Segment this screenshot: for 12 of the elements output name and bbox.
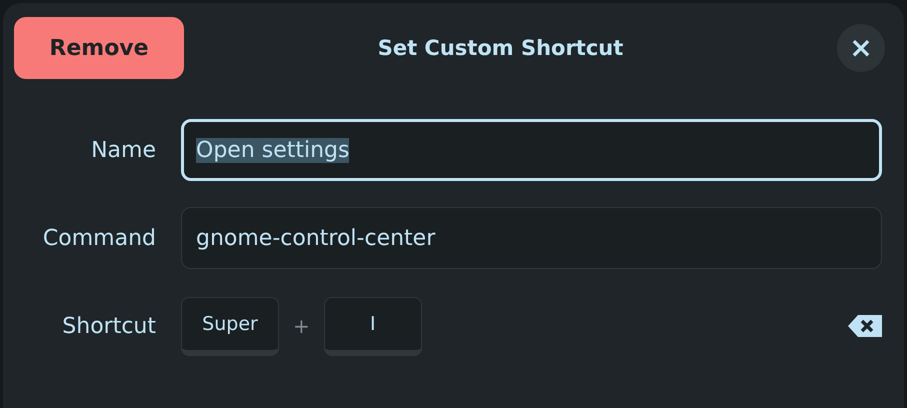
close-button[interactable]: × (836, 24, 885, 72)
key-cap: I (324, 296, 422, 356)
field-label: Shortcut (61, 314, 156, 338)
plus-sign: + (293, 314, 310, 338)
field-label: Name (90, 138, 156, 162)
key-cap: Super (181, 296, 279, 356)
field-label: Command (42, 226, 156, 250)
dialog-title: Set Custom Shortcut (378, 36, 624, 60)
input-field[interactable]: Open settings (181, 119, 882, 181)
input-field[interactable]: gnome-control-center (181, 207, 882, 269)
remove-button[interactable]: Remove (14, 17, 184, 79)
backspace-icon[interactable] (848, 314, 882, 338)
